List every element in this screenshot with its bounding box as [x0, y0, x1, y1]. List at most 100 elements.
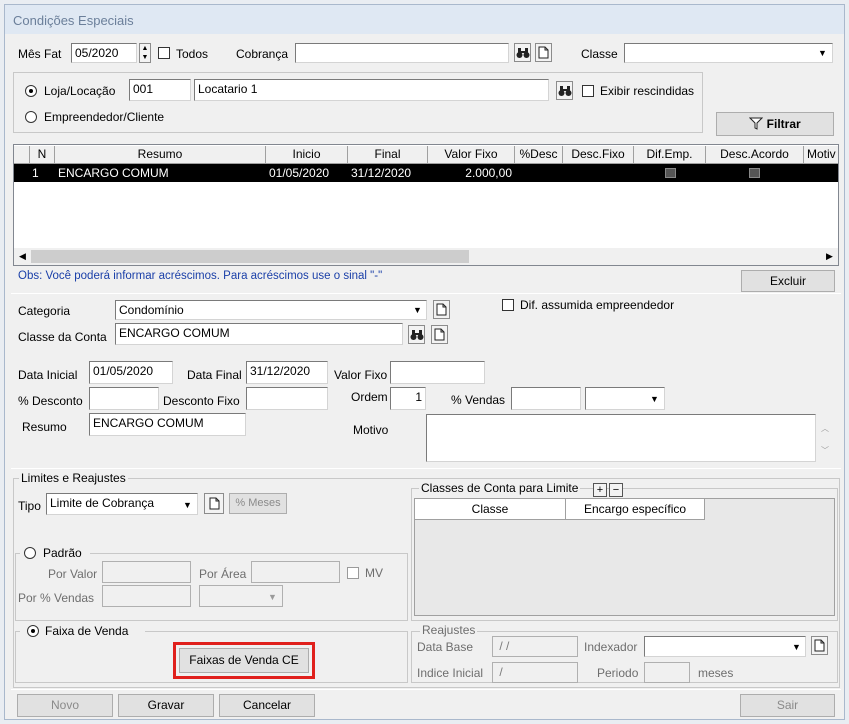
- todos-checkbox[interactable]: [158, 47, 170, 59]
- motivo-textarea[interactable]: [426, 414, 816, 462]
- faixas-venda-ce-button[interactable]: Faixas de Venda CE: [179, 648, 309, 673]
- ordem-label: Ordem: [351, 390, 388, 404]
- window-title: Condições Especiais: [5, 5, 844, 34]
- cobranca-label: Cobrança: [236, 47, 289, 61]
- sair-button[interactable]: Sair: [740, 694, 835, 717]
- row-inicio: 01/05/2020: [269, 166, 330, 180]
- classe-dropdown-icon[interactable]: ▼: [815, 45, 830, 60]
- limites-legend: Limites e Reajustes: [19, 471, 128, 485]
- grid-header-desc-acordo[interactable]: Desc.Acordo: [706, 146, 804, 164]
- mes-fat-spinner[interactable]: ▲ ▼: [139, 43, 151, 63]
- empreendedor-label: Empreendedor/Cliente: [44, 110, 165, 124]
- scroll-left-icon[interactable]: ◀: [15, 249, 30, 264]
- padrao-radio[interactable]: [24, 547, 36, 559]
- classe-conta-search-icon[interactable]: [408, 325, 425, 344]
- grid-header-dif-emp[interactable]: Dif.Emp.: [634, 146, 706, 164]
- por-vendas-dropdown-icon[interactable]: ▼: [265, 589, 280, 604]
- remove-classe-button[interactable]: −: [609, 483, 623, 497]
- loja-code-input[interactable]: 001: [129, 79, 191, 101]
- faixa-venda-radio[interactable]: [27, 625, 39, 637]
- cobranca-new-icon[interactable]: [535, 43, 552, 62]
- divider: [11, 468, 841, 469]
- meses-button[interactable]: % Meses: [229, 493, 287, 514]
- motivo-label: Motivo: [353, 423, 389, 437]
- grid-header-resumo[interactable]: Resumo: [55, 146, 266, 164]
- classe-select[interactable]: [624, 43, 833, 63]
- todos-label: Todos: [176, 47, 209, 61]
- desconto-fixo-label: Desconto Fixo: [163, 394, 240, 408]
- scroll-right-icon[interactable]: ▶: [822, 249, 837, 264]
- dif-assumida-checkbox[interactable]: [502, 299, 514, 311]
- periodo-input[interactable]: [644, 662, 690, 683]
- indexador-select[interactable]: [644, 636, 806, 657]
- mes-fat-input[interactable]: 05/2020: [71, 43, 137, 63]
- grid-header-valor-fixo[interactable]: Valor Fixo: [428, 146, 515, 164]
- obs-text: Obs: Você poderá informar acréscimos. Pa…: [18, 270, 383, 282]
- data-final-input[interactable]: 31/12/2020: [246, 361, 328, 384]
- grid-header-n[interactable]: N: [30, 146, 55, 164]
- empreendedor-radio[interactable]: [25, 111, 37, 123]
- indexador-new-icon[interactable]: [811, 636, 828, 655]
- indexador-dropdown-icon[interactable]: ▼: [789, 639, 804, 654]
- tipo-dropdown-icon[interactable]: ▼: [180, 497, 195, 512]
- classe-label: Classe: [581, 47, 618, 61]
- data-base-input[interactable]: / /: [492, 636, 578, 657]
- add-classe-button[interactable]: +: [593, 483, 607, 497]
- data-inicial-input[interactable]: 01/05/2020: [89, 361, 173, 384]
- desconto-fixo-input[interactable]: [246, 387, 328, 410]
- desconto-label: % Desconto: [18, 394, 83, 408]
- motivo-scroll-icon[interactable]: ︿ ﹀: [818, 418, 832, 462]
- grid-header-final[interactable]: Final: [348, 146, 428, 164]
- classes-header-classe[interactable]: Classe: [415, 499, 566, 520]
- vendas-dropdown-icon[interactable]: ▼: [647, 391, 662, 406]
- excluir-button[interactable]: Excluir: [741, 270, 835, 292]
- classes-header-encargo[interactable]: Encargo específico: [566, 499, 705, 520]
- mv-checkbox[interactable]: [347, 567, 359, 579]
- indice-inicial-input[interactable]: /: [492, 662, 578, 683]
- valor-fixo-label: Valor Fixo: [334, 368, 388, 382]
- exibir-rescindidas-checkbox[interactable]: [582, 85, 594, 97]
- funnel-icon: [749, 117, 764, 130]
- tipo-new-icon[interactable]: [204, 493, 224, 514]
- categoria-dropdown-icon[interactable]: ▼: [410, 302, 425, 317]
- vendas-label: % Vendas: [451, 393, 506, 407]
- novo-button[interactable]: Novo: [17, 694, 113, 717]
- resumo-input[interactable]: ENCARGO COMUM: [89, 413, 246, 436]
- loja-search-icon[interactable]: [556, 81, 573, 100]
- classe-conta-new-icon[interactable]: [431, 325, 448, 344]
- grid-header-desc-fixo[interactable]: Desc.Fixo: [563, 146, 634, 164]
- data-final-label: Data Final: [187, 368, 242, 382]
- ordem-input[interactable]: 1: [390, 387, 426, 410]
- exibir-rescindidas-label: Exibir rescindidas: [600, 84, 695, 98]
- scrollbar-thumb[interactable]: [31, 250, 469, 263]
- row-n: 1: [32, 166, 39, 180]
- classe-conta-input[interactable]: ENCARGO COMUM: [115, 323, 403, 345]
- vendas-input[interactable]: [511, 387, 581, 410]
- grid-header-desc[interactable]: %Desc: [515, 146, 563, 164]
- desconto-input[interactable]: [89, 387, 159, 410]
- dif-assumida-label: Dif. assumida empreendedor: [520, 298, 675, 312]
- cobranca-input[interactable]: [295, 43, 509, 63]
- por-vendas-input[interactable]: [102, 585, 191, 607]
- gravar-button[interactable]: Gravar: [118, 694, 214, 717]
- classes-limite-legend: Classes de Conta para Limite: [419, 481, 581, 495]
- cancelar-button[interactable]: Cancelar: [219, 694, 315, 717]
- loja-radio[interactable]: [25, 85, 37, 97]
- valor-fixo-input[interactable]: [390, 361, 485, 384]
- cobranca-search-icon[interactable]: [514, 43, 531, 62]
- grid-header-motivo[interactable]: Motiv: [804, 146, 838, 164]
- categoria-select[interactable]: Condomínio: [115, 300, 427, 320]
- por-area-input[interactable]: [251, 561, 340, 583]
- resumo-label: Resumo: [22, 420, 67, 434]
- categoria-new-icon[interactable]: [433, 300, 450, 319]
- filtrar-button[interactable]: Filtrar: [716, 112, 834, 136]
- loja-name-input[interactable]: Locatario 1: [194, 79, 549, 101]
- row-dif-emp-checkbox[interactable]: [665, 168, 676, 178]
- mes-fat-label: Mês Fat: [18, 47, 62, 61]
- categoria-label: Categoria: [18, 304, 71, 318]
- row-desc-acordo-checkbox[interactable]: [749, 168, 760, 178]
- por-valor-input[interactable]: [102, 561, 191, 583]
- indice-inicial-label: Indice Inicial: [417, 666, 484, 680]
- grid-header-inicio[interactable]: Inicio: [266, 146, 348, 164]
- tipo-select[interactable]: Limite de Cobrança: [46, 493, 198, 515]
